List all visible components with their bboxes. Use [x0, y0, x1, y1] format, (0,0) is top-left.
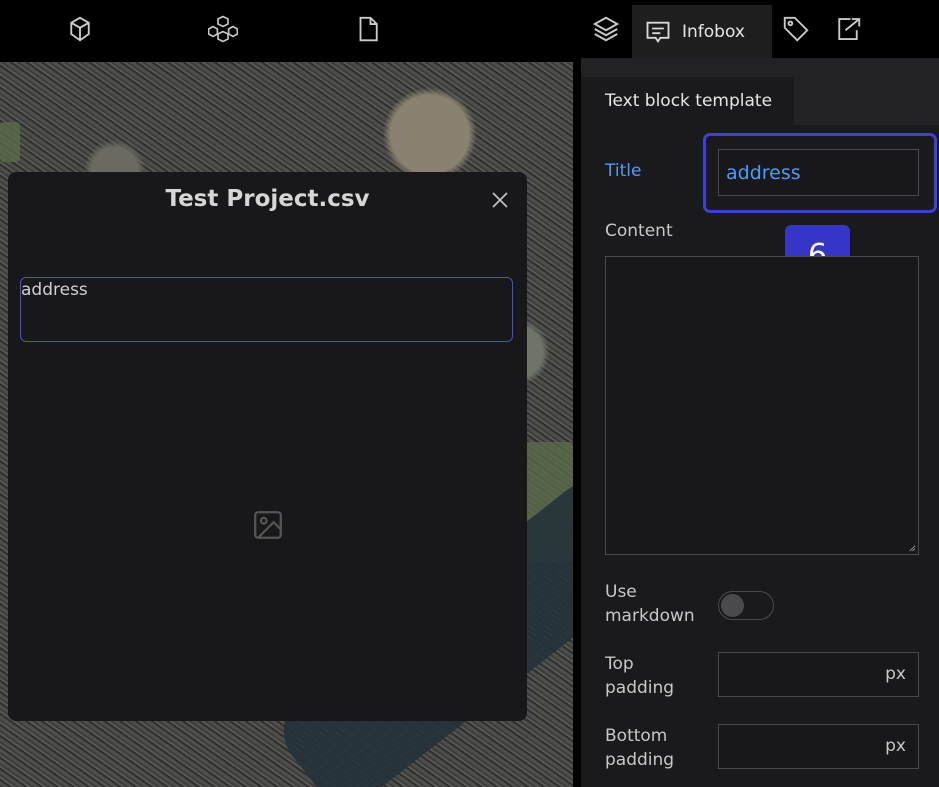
content-label: Content [605, 221, 673, 241]
map-park [0, 122, 20, 162]
use-markdown-label-line1: Use [605, 582, 637, 602]
tab-text-block-template[interactable]: Text block template [581, 77, 794, 125]
infobox-icon [646, 21, 670, 43]
use-markdown-toggle[interactable] [718, 591, 774, 620]
tab-infobox-label: Infobox [682, 21, 745, 42]
content-textarea[interactable] [605, 256, 919, 555]
toggle-knob [721, 594, 744, 617]
top-padding-label: Top padding [605, 652, 674, 700]
cubes-icon[interactable] [207, 12, 239, 46]
use-markdown-label: Use markdown [605, 580, 695, 628]
top-padding-label-line2: padding [605, 678, 675, 698]
title-input[interactable] [718, 149, 919, 196]
cube-outline-icon[interactable] [64, 12, 96, 46]
resize-handle-icon[interactable] [907, 543, 916, 552]
top-padding-label-line1: Top [605, 654, 634, 674]
bottom-padding-input[interactable]: px [718, 724, 919, 769]
dialog-title: Test Project.csv [165, 186, 370, 212]
bottom-padding-unit: px [885, 736, 906, 756]
use-markdown-label-line2: markdown [605, 606, 695, 626]
bottom-padding-label-line2: padding [605, 750, 675, 770]
top-padding-input[interactable]: px [718, 652, 919, 697]
image-placeholder-icon [251, 508, 285, 542]
tag-icon[interactable] [780, 12, 812, 46]
bottom-padding-label-line1: Bottom [605, 726, 668, 746]
title-label: Title [605, 161, 642, 181]
tab-infobox[interactable]: Infobox [632, 5, 772, 58]
file-icon[interactable] [352, 12, 384, 46]
close-icon[interactable] [488, 188, 512, 212]
text-block[interactable]: address [20, 277, 513, 342]
top-toolbar: Infobox [0, 0, 939, 58]
export-icon[interactable] [832, 12, 864, 46]
infobox-preview-dialog: Test Project.csv address [8, 172, 527, 721]
bottom-padding-label: Bottom padding [605, 724, 674, 772]
layers-icon[interactable] [590, 12, 622, 46]
top-padding-unit: px [885, 664, 906, 684]
tab-text-block-template-label: Text block template [605, 91, 773, 111]
text-block-value: address [21, 280, 88, 300]
